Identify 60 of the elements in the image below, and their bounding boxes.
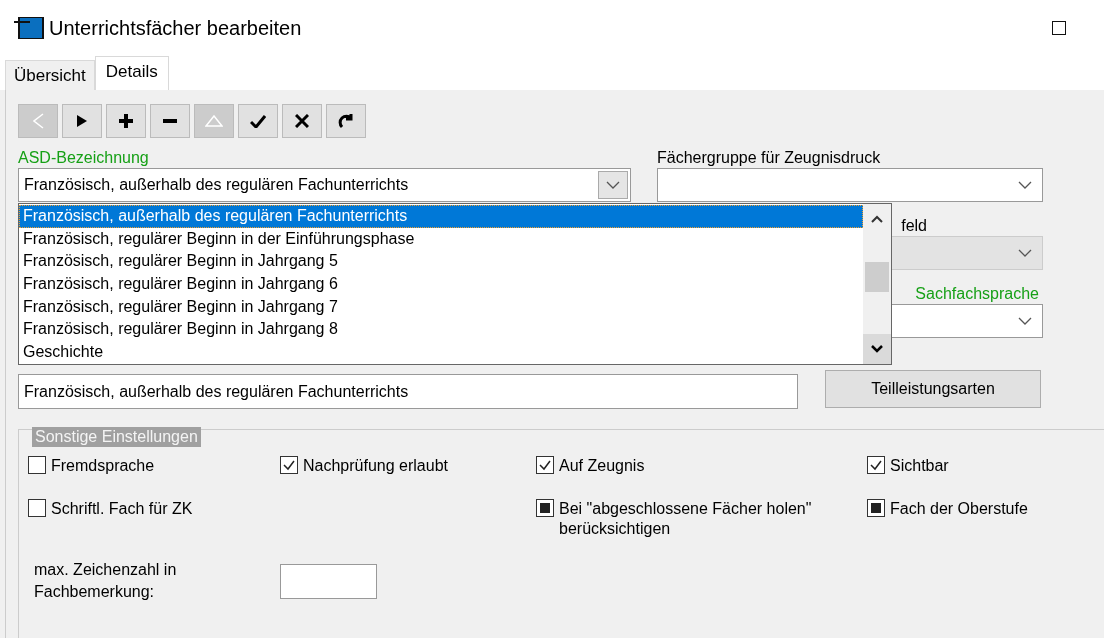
chevron-down-icon <box>1018 181 1032 189</box>
add-icon <box>119 114 133 128</box>
group-title: Sonstige Einstellungen <box>32 427 201 447</box>
maximize-button[interactable] <box>1052 21 1066 35</box>
window-title: Unterrichtsfächer bearbeiten <box>49 16 303 40</box>
refresh-button[interactable] <box>326 104 366 138</box>
list-item[interactable]: Französisch, außerhalb des regulären Fachunterrichts <box>19 205 863 228</box>
scroll-thumb[interactable] <box>865 262 889 292</box>
list-item[interactable]: Geschichte <box>19 341 863 364</box>
list-item[interactable]: Französisch, regulärer Beginn in Jahrgang 8 <box>19 318 863 342</box>
chevron-down-icon <box>606 181 620 189</box>
list-item[interactable]: Französisch, regulärer Beginn in Jahrgang 6 <box>19 273 863 296</box>
app-icon <box>14 17 44 39</box>
next-button[interactable] <box>62 104 102 138</box>
checkbox[interactable] <box>536 456 554 474</box>
checkbox[interactable] <box>28 456 46 474</box>
checkbox-label: Sichtbar <box>890 456 949 476</box>
scroll-down-button[interactable] <box>863 334 891 364</box>
list-item[interactable]: Französisch, regulärer Beginn in Jahrgang 5 <box>19 250 863 274</box>
teilleistungsarten-button[interactable]: Teilleistungsarten <box>825 370 1041 408</box>
checkbox[interactable] <box>867 499 885 517</box>
remove-button[interactable] <box>150 104 190 138</box>
checkbox-label: Fach der Oberstufe <box>890 499 1028 519</box>
cancel-icon <box>295 114 309 128</box>
field-label: feld <box>901 216 927 236</box>
tab[interactable]: Übersicht <box>5 60 95 90</box>
next-icon <box>76 114 88 128</box>
field-label: ASD-Bezeichnung <box>18 148 150 168</box>
checkbox[interactable] <box>280 456 298 474</box>
tab[interactable]: Details <box>94 56 169 90</box>
prev-icon <box>32 113 44 129</box>
add-button[interactable] <box>106 104 146 138</box>
refresh-icon <box>338 113 354 129</box>
checkbox[interactable] <box>867 456 885 474</box>
checkbox-label: Bei "abgeschlossene Fächer holen" berücksichtigen <box>559 499 813 539</box>
checkbox-label: Nachprüfung erlaubt <box>303 456 448 476</box>
scroll-up-icon <box>870 214 884 224</box>
field-label: Fächergruppe für Zeugnisdruck <box>657 148 882 168</box>
chevron-down-icon <box>1018 317 1032 325</box>
list-item[interactable]: Französisch, regulärer Beginn in der Einführungsphase <box>19 227 863 251</box>
remove-icon <box>163 119 177 123</box>
asd-dropdown[interactable]: Französisch, außerhalb des regulären Fachunterrichts <box>18 168 631 202</box>
checkbox-label: Fremdsprache <box>51 456 155 476</box>
save-button[interactable] <box>238 104 278 138</box>
scrollbar[interactable] <box>863 204 891 364</box>
list-item[interactable]: Französisch, regulärer Beginn in Jahrgang 7 <box>19 295 863 319</box>
checkbox-label: Auf Zeugnis <box>559 456 645 476</box>
dropdown[interactable] <box>657 168 1043 202</box>
up-icon <box>205 115 223 127</box>
number-field[interactable] <box>280 563 377 599</box>
checkbox[interactable] <box>28 499 46 517</box>
field-label: Sachfachsprache <box>915 284 1039 304</box>
text-field[interactable]: Französisch, außerhalb des regulären Fachunterrichts <box>18 374 798 409</box>
cancel-button[interactable] <box>282 104 322 138</box>
checkbox[interactable] <box>536 499 554 517</box>
field-label: max. Zeichenzahl in Fachbemerkung: <box>34 560 178 602</box>
scroll-down-icon <box>870 344 884 354</box>
chevron-down-icon <box>1018 249 1032 257</box>
save-icon <box>250 114 266 128</box>
checkbox-label: Schriftl. Fach für ZK <box>51 499 193 519</box>
